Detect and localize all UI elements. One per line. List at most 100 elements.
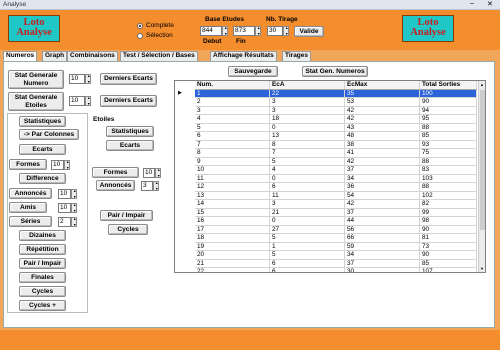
table-cell[interactable]: 8 (195, 148, 270, 158)
complete-radio[interactable] (137, 23, 143, 29)
table-cell[interactable]: 34 (344, 174, 420, 183)
table-cell[interactable]: 36 (344, 182, 420, 192)
table-cell[interactable]: 5 (269, 157, 345, 166)
tab-tirages[interactable]: Tirages (282, 51, 312, 61)
table-cell[interactable]: 66 (344, 233, 420, 243)
table-cell[interactable]: 37 (344, 259, 420, 268)
col-ecmax-header[interactable]: EcMax (344, 81, 420, 90)
stat-etoiles-spinner[interactable] (85, 96, 91, 106)
table-cell[interactable]: 5 (269, 250, 345, 260)
table-cell[interactable]: 0 (269, 216, 345, 226)
nb-tirage-spinner[interactable] (283, 26, 289, 36)
table-cell[interactable]: 18 (195, 233, 270, 243)
table-cell[interactable]: 48 (344, 131, 420, 141)
table-cell[interactable]: 15 (195, 208, 270, 217)
par-colonnes-button[interactable]: -> Par Colonnes (19, 129, 79, 140)
tab-affichage-resultats[interactable]: Affichage Résultats (210, 51, 277, 61)
stat-generale-numero-button[interactable]: Stat Generale Numero (8, 70, 64, 89)
series-input[interactable]: 2 (58, 217, 71, 227)
table-cell[interactable]: 13 (269, 131, 345, 141)
tab-graph[interactable]: Graph (42, 51, 68, 61)
table-cell[interactable]: 6 (269, 259, 345, 268)
table-cell[interactable]: 2 (195, 97, 270, 107)
table-cell[interactable]: 27 (269, 225, 345, 234)
table-row[interactable]: 1 22 35 100 (195, 89, 477, 98)
table-cell[interactable]: 85 (419, 131, 477, 141)
stat-etoiles-input[interactable]: 10 (69, 96, 85, 106)
pair-impair-button[interactable]: Pair / Impair (19, 258, 66, 269)
table-cell[interactable]: 3 (269, 106, 345, 115)
table-cell[interactable]: 44 (344, 216, 420, 226)
table-cell[interactable]: 59 (344, 242, 420, 251)
table-row[interactable]: 10 4 37 83 (195, 165, 477, 175)
formes-spinner[interactable] (64, 160, 70, 170)
table-cell[interactable]: 38 (344, 140, 420, 149)
etoiles-pair-impair-button[interactable]: Pair / Impair (100, 210, 153, 221)
table-cell[interactable]: 7 (269, 148, 345, 158)
tab-combinaisons[interactable]: Combinaisons (67, 51, 118, 61)
table-cell[interactable]: 1 (195, 89, 270, 98)
table-cell[interactable]: 94 (419, 106, 477, 115)
table-row[interactable]: 7 8 38 93 (195, 140, 477, 149)
table-cell[interactable]: 6 (269, 182, 345, 192)
table-cell[interactable]: 18 (269, 114, 345, 124)
formes-input[interactable]: 10 (51, 160, 64, 170)
grid-scrollbar[interactable]: ▲ ▼ (478, 81, 485, 272)
table-cell[interactable]: 90 (419, 225, 477, 234)
derniers-ecarts-numero-button[interactable]: Derniers Ecarts (100, 73, 157, 85)
table-cell[interactable]: 6 (269, 267, 345, 272)
results-grid[interactable]: ▶ Num. EcA EcMax Total Sorties 1 22 35 100 2… (174, 80, 486, 273)
table-row[interactable]: 2 3 53 90 (195, 97, 477, 107)
table-row[interactable]: 18 5 66 81 (195, 233, 477, 243)
ecarts-button[interactable]: Ecarts (19, 144, 66, 155)
table-cell[interactable]: 17 (195, 225, 270, 234)
etoiles-ecarts-button[interactable]: Ecarts (106, 140, 154, 151)
table-cell[interactable]: 73 (419, 242, 477, 251)
table-cell[interactable]: 7 (195, 140, 270, 149)
table-cell[interactable]: 98 (419, 216, 477, 226)
nb-tirage-input[interactable]: 30 (267, 26, 283, 36)
etoiles-statistiques-button[interactable]: Statistiques (106, 126, 154, 137)
close-icon[interactable]: ✕ (487, 0, 493, 8)
table-row[interactable]: 8 7 41 75 (195, 148, 477, 158)
col-eca-header[interactable]: EcA (269, 81, 345, 90)
base-end-spinner[interactable] (255, 26, 261, 36)
table-cell[interactable]: 9 (195, 157, 270, 166)
table-cell[interactable]: 20 (195, 250, 270, 260)
table-cell[interactable]: 37 (344, 208, 420, 217)
table-cell[interactable]: 83 (419, 165, 477, 175)
etoiles-formes-spinner[interactable] (155, 168, 161, 178)
col-num-header[interactable]: Num. (195, 81, 270, 90)
table-row[interactable]: 20 5 34 90 (195, 250, 477, 260)
table-cell[interactable]: 30 (344, 267, 420, 272)
table-cell[interactable]: 4 (269, 165, 345, 175)
annonces-spinner[interactable] (71, 189, 77, 199)
scroll-up-icon[interactable]: ▲ (480, 82, 484, 87)
table-cell[interactable]: 21 (195, 259, 270, 268)
etoiles-formes-input[interactable]: 10 (143, 168, 155, 178)
table-cell[interactable]: 19 (195, 242, 270, 251)
table-cell[interactable]: 54 (344, 191, 420, 200)
table-cell[interactable]: 3 (269, 97, 345, 107)
table-row[interactable]: 11 0 34 103 (195, 174, 477, 183)
table-row[interactable]: 13 11 54 102 (195, 191, 477, 200)
table-cell[interactable]: 99 (419, 208, 477, 217)
series-button[interactable]: Séries (9, 216, 52, 227)
table-cell[interactable]: 3 (269, 199, 345, 209)
table-cell[interactable]: 42 (344, 114, 420, 124)
table-cell[interactable]: 14 (195, 199, 270, 209)
table-cell[interactable]: 4 (195, 114, 270, 124)
stat-numero-spinner[interactable] (85, 74, 91, 84)
table-cell[interactable]: 22 (195, 267, 270, 272)
tab-test-selection-bases[interactable]: Test / Sélection / Bases (120, 51, 198, 61)
table-cell[interactable]: 13 (195, 191, 270, 200)
table-cell[interactable]: 34 (344, 250, 420, 260)
repetition-button[interactable]: Répétition (19, 244, 66, 255)
etoiles-formes-button[interactable]: Formes (92, 167, 139, 178)
table-cell[interactable]: 22 (269, 89, 345, 98)
table-cell[interactable]: 42 (344, 157, 420, 166)
table-row[interactable]: 3 3 42 94 (195, 106, 477, 115)
stat-gen-numeros-button[interactable]: Stat Gen. Numeros (302, 66, 368, 77)
table-cell[interactable]: 102 (419, 191, 477, 200)
table-cell[interactable]: 11 (195, 174, 270, 183)
